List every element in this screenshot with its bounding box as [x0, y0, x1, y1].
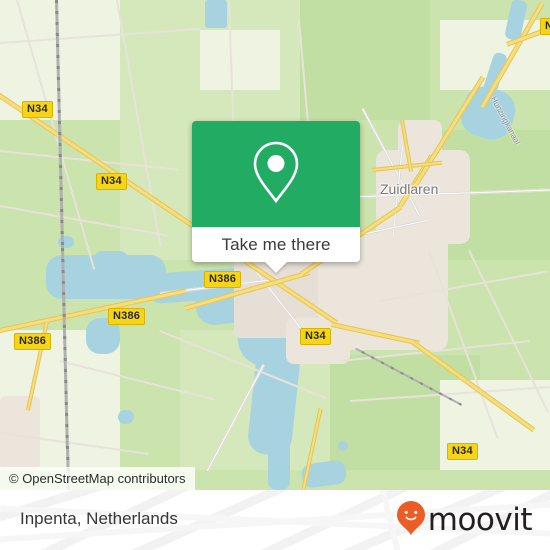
road-shield-edge[interactable]: N — [540, 18, 550, 35]
take-me-there-callout[interactable]: Take me there — [192, 121, 360, 273]
osm-attribution[interactable]: © OpenStreetMap contributors — [0, 467, 195, 490]
road-shield-n34[interactable]: N34 — [447, 443, 478, 460]
moovit-wordmark: moovit — [427, 501, 533, 538]
callout-tail — [265, 262, 287, 273]
screenshot-root: Zuidlaren Hunzingkanaal N34 N34 N386 N38… — [0, 0, 550, 550]
place-label-zuidlaren: Zuidlaren — [380, 181, 439, 197]
moovit-brand[interactable]: moovit — [396, 500, 533, 538]
road-shield-n386[interactable]: N386 — [14, 333, 52, 350]
moovit-smiley-pin-icon — [396, 500, 426, 541]
road-shield-n34[interactable]: N34 — [96, 173, 127, 190]
map-pin-icon — [249, 139, 303, 210]
road-shield-n386[interactable]: N386 — [108, 308, 146, 325]
road-shield-n386[interactable]: N386 — [204, 271, 242, 288]
road-shield-n34[interactable]: N34 — [22, 101, 53, 118]
footer-bar: Inpenta, Netherlands moovit — [0, 490, 550, 550]
road-shield-n34[interactable]: N34 — [300, 328, 331, 345]
callout-action-bar[interactable]: Take me there — [192, 227, 360, 273]
street-label-hunzingkanaal: Hunzingkanaal — [489, 95, 522, 146]
callout-icon-panel — [192, 121, 360, 227]
location-title: Inpenta, Netherlands — [20, 509, 178, 528]
take-me-there-label: Take me there — [221, 234, 331, 254]
